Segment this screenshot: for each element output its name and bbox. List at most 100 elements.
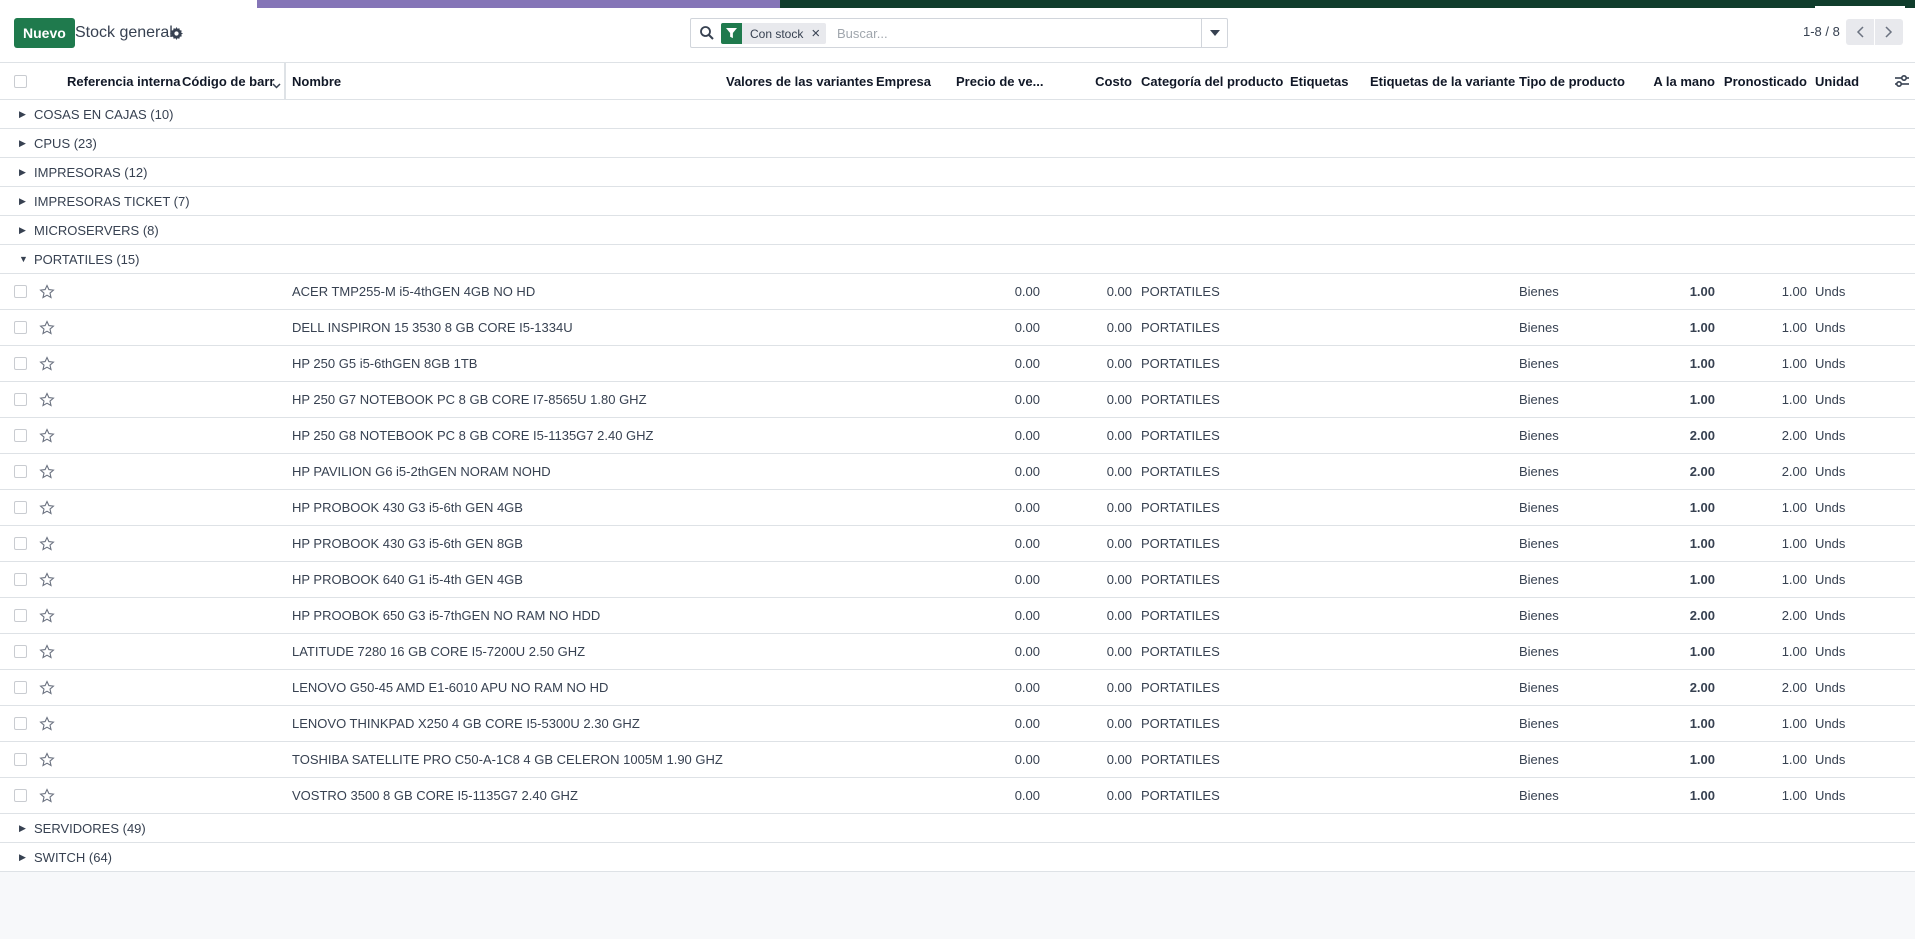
star-icon[interactable] — [39, 752, 55, 768]
optional-columns-icon[interactable] — [1894, 74, 1910, 91]
cell-type: Bienes — [1519, 464, 1559, 479]
column-header-on-hand[interactable]: A la mano — [1640, 63, 1715, 100]
cell-uom: Unds — [1815, 320, 1846, 335]
column-header-barcode[interactable]: Código de barr — [182, 63, 274, 100]
star-icon[interactable] — [39, 428, 55, 444]
chevron-right-icon[interactable] — [1875, 19, 1903, 45]
star-icon[interactable] — [39, 644, 55, 660]
table-row[interactable]: HP 250 G5 i5-6thGEN 8GB 1TB 0.00 0.00 PORTA… — [0, 346, 1915, 382]
search-input[interactable] — [837, 23, 1177, 44]
row-checkbox[interactable] — [14, 537, 27, 550]
row-checkbox[interactable] — [14, 285, 27, 298]
star-icon[interactable] — [39, 392, 55, 408]
column-header-category[interactable]: Categoría del producto — [1141, 63, 1283, 100]
pager-value[interactable]: 1-8 / 8 — [1803, 24, 1840, 39]
star-icon[interactable] — [39, 788, 55, 804]
star-icon[interactable] — [39, 716, 55, 732]
column-resize-handle[interactable] — [284, 63, 286, 100]
cell-forecast: 1.00 — [1781, 284, 1807, 299]
group-label: COSAS EN CAJAS (10) — [34, 107, 174, 122]
column-header-variant-tags[interactable]: Etiquetas de la variante — [1370, 63, 1515, 100]
row-checkbox[interactable] — [14, 501, 27, 514]
table-row[interactable]: TOSHIBA SATELLITE PRO C50-A-1C8 4 GB CEL… — [0, 742, 1915, 778]
cell-uom: Unds — [1815, 392, 1846, 407]
cell-price: 0.00 — [1014, 500, 1040, 515]
row-checkbox[interactable] — [14, 753, 27, 766]
cell-uom: Unds — [1815, 536, 1846, 551]
table-row[interactable]: HP 250 G7 NOTEBOOK PC 8 GB CORE I7-8565U… — [0, 382, 1915, 418]
group-row[interactable]: ▶ SWITCH (64) — [0, 843, 1915, 872]
cell-name: TOSHIBA SATELLITE PRO C50-A-1C8 4 GB CEL… — [292, 752, 723, 767]
row-checkbox[interactable] — [14, 609, 27, 622]
group-row[interactable]: ▶ COSAS EN CAJAS (10) — [0, 100, 1915, 129]
chevron-left-icon[interactable] — [1846, 19, 1874, 45]
group-row[interactable]: ▶ MICROSERVERS (8) — [0, 216, 1915, 245]
table-row[interactable]: DELL INSPIRON 15 3530 8 GB CORE I5-1334U… — [0, 310, 1915, 346]
column-header-forecast[interactable]: Pronosticado — [1715, 63, 1807, 100]
search-icon[interactable] — [699, 25, 715, 41]
column-header-ref[interactable]: Referencia interna — [67, 63, 180, 100]
star-icon[interactable] — [39, 284, 55, 300]
cell-name: HP PROBOOK 430 G3 i5-6th GEN 4GB — [292, 500, 523, 515]
chevron-down-icon[interactable] — [1201, 19, 1227, 47]
top-navbar-strip — [0, 0, 1915, 8]
row-checkbox[interactable] — [14, 573, 27, 586]
column-header-uom[interactable]: Unidad — [1815, 63, 1859, 100]
row-checkbox[interactable] — [14, 789, 27, 802]
group-row[interactable]: ▶ IMPRESORAS (12) — [0, 158, 1915, 187]
table-row[interactable]: VOSTRO 3500 8 GB CORE I5-1135G7 2.40 GHZ… — [0, 778, 1915, 814]
select-all-checkbox[interactable] — [14, 75, 27, 88]
row-checkbox[interactable] — [14, 645, 27, 658]
row-checkbox[interactable] — [14, 465, 27, 478]
star-icon[interactable] — [39, 536, 55, 552]
table-row[interactable]: HP 250 G8 NOTEBOOK PC 8 GB CORE I5-1135G… — [0, 418, 1915, 454]
row-checkbox[interactable] — [14, 429, 27, 442]
table-row[interactable]: LATITUDE 7280 16 GB CORE I5-7200U 2.50 G… — [0, 634, 1915, 670]
star-icon[interactable] — [39, 572, 55, 588]
column-header-company[interactable]: Empresa — [876, 63, 931, 100]
table-row[interactable]: ACER TMP255-M i5-4thGEN 4GB NO HD 0.00 0.0… — [0, 274, 1915, 310]
cell-price: 0.00 — [1014, 788, 1040, 803]
cell-cost: 0.00 — [1106, 644, 1132, 659]
table-row[interactable]: LENOVO G50-45 AMD E1-6010 APU NO RAM NO … — [0, 670, 1915, 706]
column-header-tags[interactable]: Etiquetas — [1290, 63, 1349, 100]
star-icon[interactable] — [39, 680, 55, 696]
cell-price: 0.00 — [1014, 356, 1040, 371]
cell-price: 0.00 — [1014, 392, 1040, 407]
table-row[interactable]: HP PROBOOK 430 G3 i5-6th GEN 4GB 0.00 0.00… — [0, 490, 1915, 526]
star-icon[interactable] — [39, 356, 55, 372]
star-icon[interactable] — [39, 320, 55, 336]
row-checkbox[interactable] — [14, 681, 27, 694]
caret-right-icon: ▶ — [19, 138, 26, 148]
table-row[interactable]: HP PROBOOK 640 G1 i5-4th GEN 4GB 0.00 0.00… — [0, 562, 1915, 598]
row-checkbox[interactable] — [14, 393, 27, 406]
cell-type: Bienes — [1519, 428, 1559, 443]
star-icon[interactable] — [39, 464, 55, 480]
column-header-cost[interactable]: Costo — [1080, 63, 1132, 100]
row-checkbox[interactable] — [14, 321, 27, 334]
row-checkbox[interactable] — [14, 717, 27, 730]
group-row-open[interactable]: ▼ PORTATILES (15) — [0, 245, 1915, 274]
cell-uom: Unds — [1815, 716, 1846, 731]
group-row[interactable]: ▶ IMPRESORAS TICKET (7) — [0, 187, 1915, 216]
column-header-price[interactable]: Precio de ve... — [956, 63, 1043, 100]
group-row[interactable]: ▶ SERVIDORES (49) — [0, 814, 1915, 843]
gear-icon[interactable] — [170, 27, 183, 42]
search-facet[interactable]: Con stock × — [721, 23, 827, 44]
close-icon[interactable]: × — [811, 23, 826, 44]
group-label: SWITCH (64) — [34, 850, 112, 865]
column-header-variants[interactable]: Valores de las variantes — [726, 63, 873, 100]
chevron-down-icon[interactable] — [272, 77, 281, 92]
table-row[interactable]: HP PAVILION G6 i5-2thGEN NORAM NOHD 0.00 0… — [0, 454, 1915, 490]
column-header-type[interactable]: Tipo de producto — [1519, 63, 1625, 100]
row-checkbox[interactable] — [14, 357, 27, 370]
star-icon[interactable] — [39, 500, 55, 516]
table-row[interactable]: LENOVO THINKPAD X250 4 GB CORE I5-5300U … — [0, 706, 1915, 742]
column-header-name[interactable]: Nombre — [292, 63, 341, 100]
new-button[interactable]: Nuevo — [14, 18, 75, 48]
star-icon[interactable] — [39, 608, 55, 624]
cell-on-hand: 1.00 — [1689, 392, 1715, 407]
table-row[interactable]: HP PROBOOK 430 G3 i5-6th GEN 8GB 0.00 0.00… — [0, 526, 1915, 562]
table-row[interactable]: HP PROOBOK 650 G3 i5-7thGEN NO RAM NO HD… — [0, 598, 1915, 634]
group-row[interactable]: ▶ CPUS (23) — [0, 129, 1915, 158]
